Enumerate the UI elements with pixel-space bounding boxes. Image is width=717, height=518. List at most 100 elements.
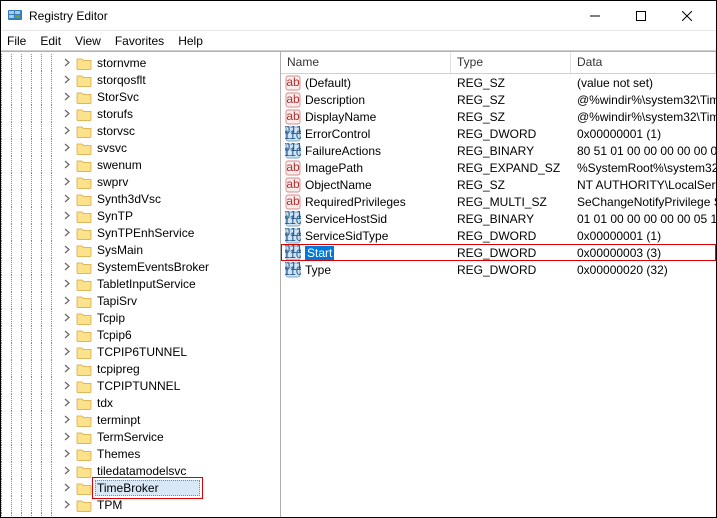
- tree-label[interactable]: storufs: [95, 107, 135, 121]
- header-type[interactable]: Type: [451, 52, 571, 73]
- tree-label[interactable]: TimeBroker: [95, 480, 200, 496]
- expander-icon[interactable]: [61, 227, 73, 239]
- tree-item-storqosflt[interactable]: storqosflt: [1, 71, 280, 88]
- expander-icon[interactable]: [61, 346, 73, 358]
- expander-icon[interactable]: [61, 193, 73, 205]
- expander-icon[interactable]: [61, 431, 73, 443]
- tree-label[interactable]: tdx: [95, 396, 115, 410]
- registry-value-row[interactable]: ab(Default)REG_SZ(value not set): [281, 74, 716, 91]
- registry-value-row[interactable]: 011110StartREG_DWORD0x00000003 (3): [281, 244, 716, 261]
- expander-icon[interactable]: [61, 74, 73, 86]
- tree-label[interactable]: TermService: [95, 430, 166, 444]
- registry-value-row[interactable]: abDisplayNameREG_SZ@%windir%\system32\Ti…: [281, 108, 716, 125]
- tree-label[interactable]: storqosflt: [95, 73, 148, 87]
- menu-favorites[interactable]: Favorites: [115, 34, 164, 48]
- tree-pane[interactable]: stornvme storqosflt StorSvc storufs storvsc s…: [1, 52, 281, 517]
- expander-icon[interactable]: [61, 295, 73, 307]
- tree-item-swenum[interactable]: swenum: [1, 156, 280, 173]
- expander-icon[interactable]: [61, 448, 73, 460]
- tree-label[interactable]: tiledatamodelsvc: [95, 464, 188, 478]
- tree-label[interactable]: TPM: [95, 498, 124, 512]
- registry-value-row[interactable]: 011110FailureActionsREG_BINARY80 51 01 0…: [281, 142, 716, 159]
- tree-item-terminpt[interactable]: terminpt: [1, 411, 280, 428]
- tree-item-trkwks[interactable]: TrkWks: [1, 513, 280, 517]
- expander-icon[interactable]: [61, 125, 73, 137]
- expander-icon[interactable]: [61, 414, 73, 426]
- menu-file[interactable]: File: [7, 34, 26, 48]
- tree-item-syntp[interactable]: SynTP: [1, 207, 280, 224]
- expander-icon[interactable]: [61, 465, 73, 477]
- tree-label[interactable]: TCPIPTUNNEL: [95, 379, 182, 393]
- tree-label[interactable]: stornvme: [95, 56, 148, 70]
- registry-value-row[interactable]: 011110ServiceSidTypeREG_DWORD0x00000001 …: [281, 227, 716, 244]
- tree-label[interactable]: TCPIP6TUNNEL: [95, 345, 189, 359]
- registry-value-row[interactable]: 011110ErrorControlREG_DWORD0x00000001 (1…: [281, 125, 716, 142]
- tree-item-tiledatamodelsvc[interactable]: tiledatamodelsvc: [1, 462, 280, 479]
- expander-icon[interactable]: [61, 108, 73, 120]
- tree-item-tabletinputservice[interactable]: TabletInputService: [1, 275, 280, 292]
- registry-value-row[interactable]: 011110ServiceHostSidREG_BINARY01 01 00 0…: [281, 210, 716, 227]
- expander-icon[interactable]: [61, 363, 73, 375]
- tree-label[interactable]: storvsc: [95, 124, 137, 138]
- tree-item-tpm[interactable]: TPM: [1, 496, 280, 513]
- registry-value-row[interactable]: abDescriptionREG_SZ@%windir%\system32\Ti…: [281, 91, 716, 108]
- expander-icon[interactable]: [61, 482, 73, 494]
- menu-edit[interactable]: Edit: [40, 34, 61, 48]
- tree-label[interactable]: svsvc: [95, 141, 129, 155]
- tree-label[interactable]: terminpt: [95, 413, 142, 427]
- tree-label[interactable]: tcpipreg: [95, 362, 142, 376]
- menu-view[interactable]: View: [75, 34, 101, 48]
- expander-icon[interactable]: [61, 57, 73, 69]
- tree-item-sysmain[interactable]: SysMain: [1, 241, 280, 258]
- menu-help[interactable]: Help: [178, 34, 203, 48]
- expander-icon[interactable]: [61, 244, 73, 256]
- tree-label[interactable]: SynTP: [95, 209, 135, 223]
- maximize-button[interactable]: [618, 1, 664, 31]
- expander-icon[interactable]: [61, 312, 73, 324]
- list-body[interactable]: ab(Default)REG_SZ(value not set)abDescri…: [281, 74, 716, 517]
- tree-item-svsvc[interactable]: svsvc: [1, 139, 280, 156]
- expander-icon[interactable]: [61, 91, 73, 103]
- expander-icon[interactable]: [61, 499, 73, 511]
- tree-label[interactable]: swprv: [95, 175, 130, 189]
- tree-item-storvsc[interactable]: storvsc: [1, 122, 280, 139]
- expander-icon[interactable]: [61, 176, 73, 188]
- tree-item-stornvme[interactable]: stornvme: [1, 54, 280, 71]
- tree-item-syntpenhservice[interactable]: SynTPEnhService: [1, 224, 280, 241]
- tree-item-tcpipreg[interactable]: tcpipreg: [1, 360, 280, 377]
- header-data[interactable]: Data: [571, 52, 716, 73]
- tree-label[interactable]: TapiSrv: [95, 294, 139, 308]
- header-name[interactable]: Name: [281, 52, 451, 73]
- expander-icon[interactable]: [61, 329, 73, 341]
- tree-item-tcpiptunnel[interactable]: TCPIPTUNNEL: [1, 377, 280, 394]
- tree-label[interactable]: Synth3dVsc: [95, 192, 163, 206]
- tree-item-synth3dvsc[interactable]: Synth3dVsc: [1, 190, 280, 207]
- tree-label[interactable]: Tcpip: [95, 311, 127, 325]
- tree-label[interactable]: SysMain: [95, 243, 145, 257]
- tree-label[interactable]: SynTPEnhService: [95, 226, 196, 240]
- tree-label[interactable]: Tcpip6: [95, 328, 134, 342]
- registry-value-row[interactable]: abRequiredPrivilegesREG_MULTI_SZSeChange…: [281, 193, 716, 210]
- expander-icon[interactable]: [61, 142, 73, 154]
- tree-item-tdx[interactable]: tdx: [1, 394, 280, 411]
- expander-icon[interactable]: [61, 159, 73, 171]
- tree-item-storsvc[interactable]: StorSvc: [1, 88, 280, 105]
- expander-icon[interactable]: [61, 516, 73, 518]
- tree-item-storufs[interactable]: storufs: [1, 105, 280, 122]
- close-button[interactable]: [664, 1, 710, 31]
- tree-item-tapisrv[interactable]: TapiSrv: [1, 292, 280, 309]
- tree-item-tcpip6tunnel[interactable]: TCPIP6TUNNEL: [1, 343, 280, 360]
- expander-icon[interactable]: [61, 261, 73, 273]
- tree-item-themes[interactable]: Themes: [1, 445, 280, 462]
- tree-item-tcpip6[interactable]: Tcpip6: [1, 326, 280, 343]
- tree-label[interactable]: StorSvc: [95, 90, 141, 104]
- registry-value-row[interactable]: abObjectNameREG_SZNT AUTHORITY\LocalServ…: [281, 176, 716, 193]
- tree-label[interactable]: Themes: [95, 447, 142, 461]
- minimize-button[interactable]: [572, 1, 618, 31]
- tree-item-timebroker[interactable]: TimeBroker: [1, 479, 280, 496]
- registry-value-row[interactable]: abImagePathREG_EXPAND_SZ%SystemRoot%\sys…: [281, 159, 716, 176]
- tree-item-tcpip[interactable]: Tcpip: [1, 309, 280, 326]
- registry-value-row[interactable]: 011110TypeREG_DWORD0x00000020 (32): [281, 261, 716, 278]
- tree-label[interactable]: TabletInputService: [95, 277, 198, 291]
- tree-item-systemeventsbroker[interactable]: SystemEventsBroker: [1, 258, 280, 275]
